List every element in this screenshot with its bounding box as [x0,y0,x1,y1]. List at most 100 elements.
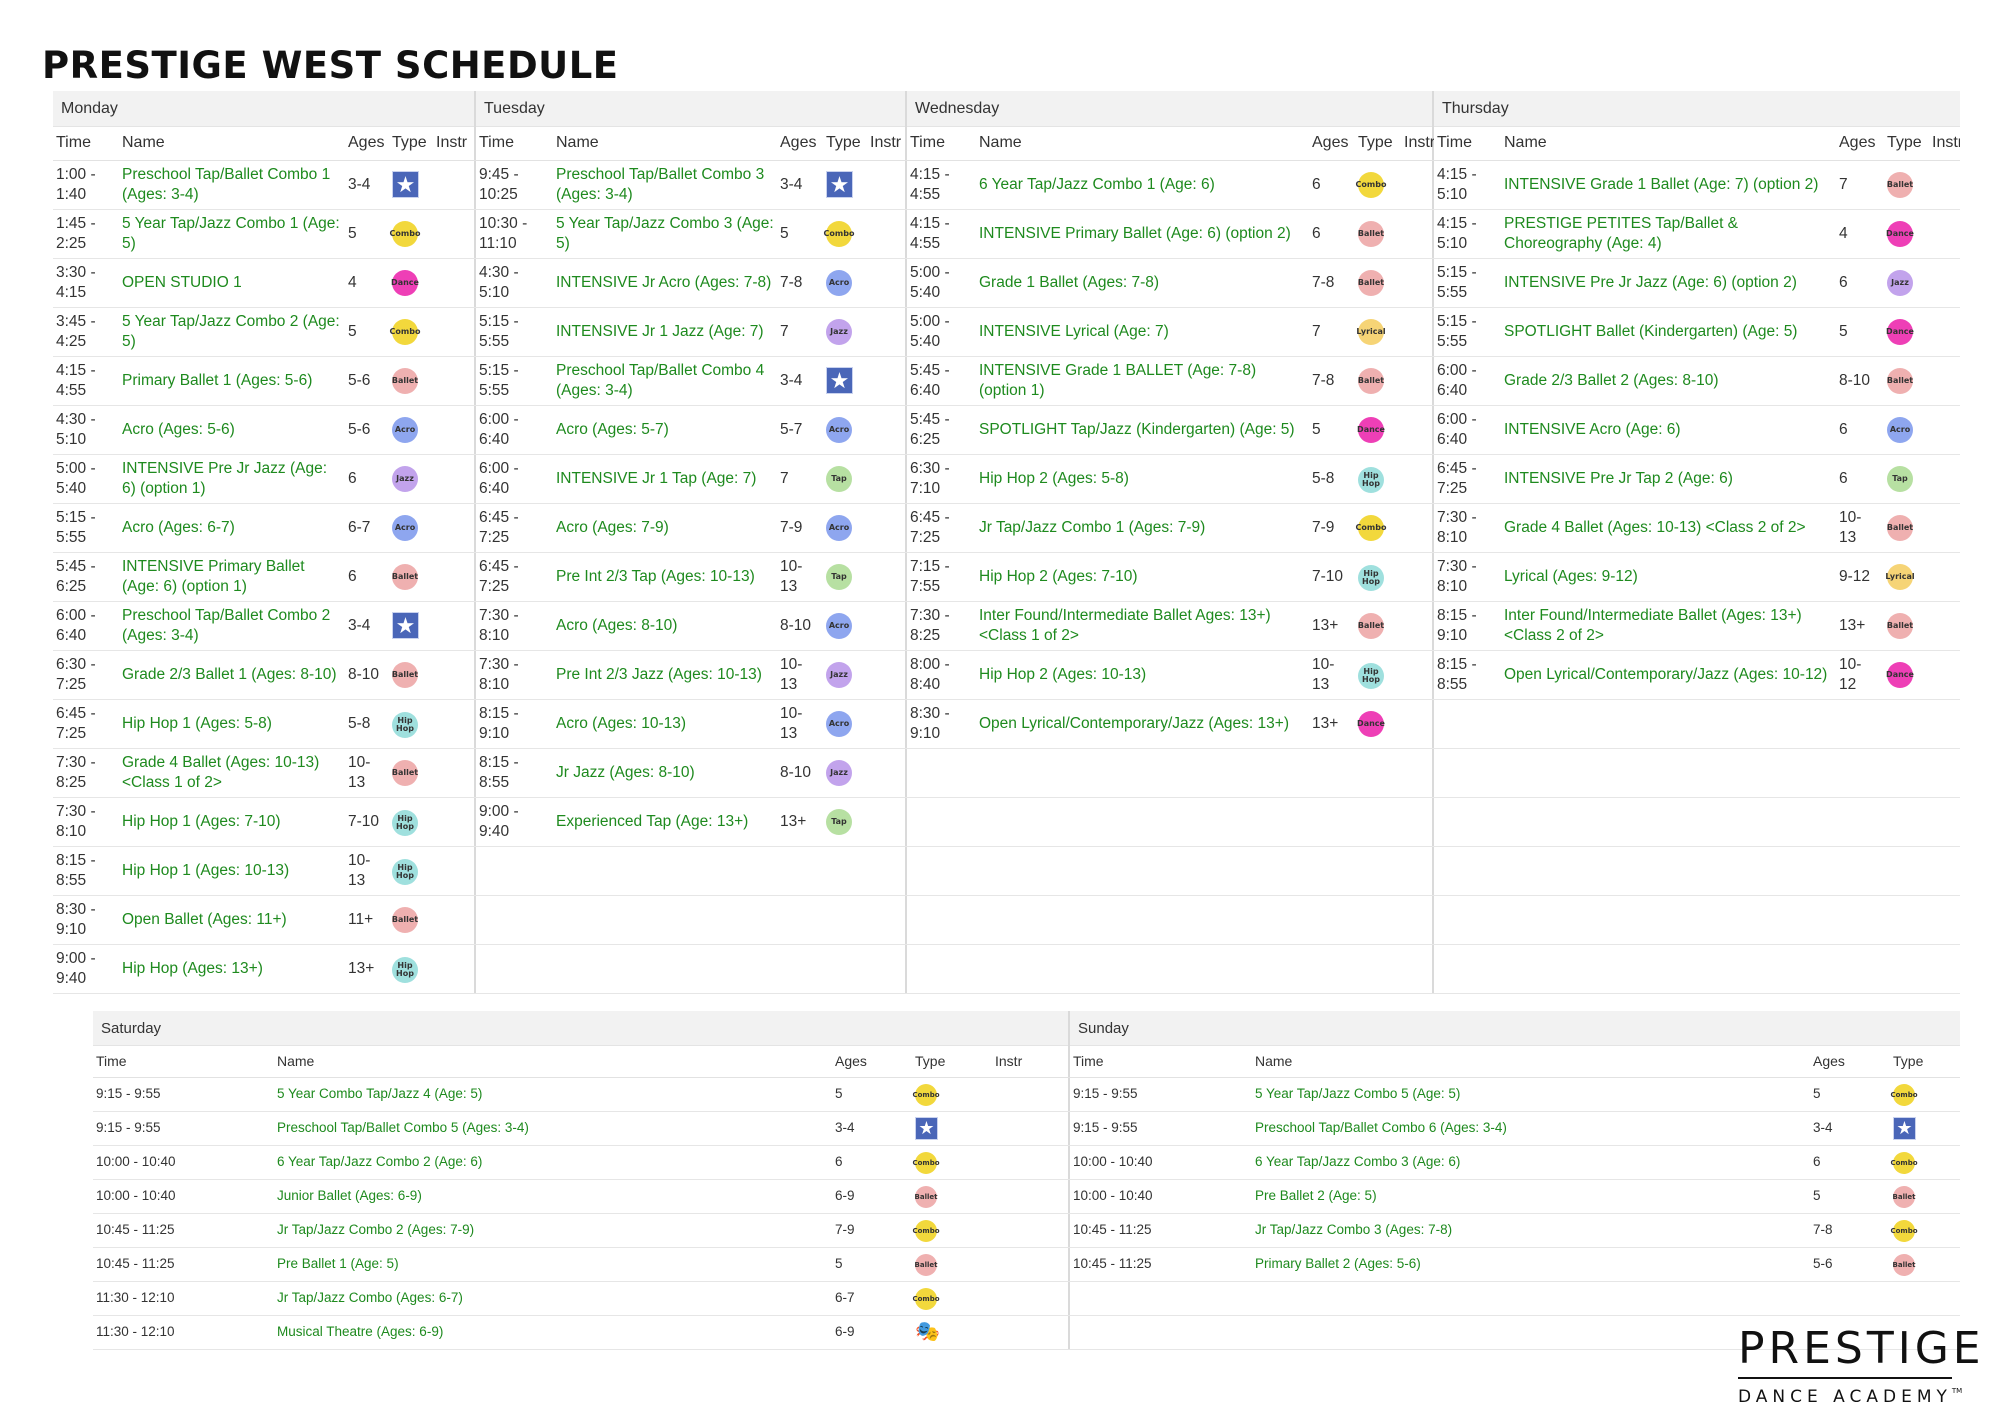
class-name[interactable]: INTENSIVE Lyrical (Age: 7) [976,307,1309,357]
class-name[interactable]: Open Lyrical/Contemporary/Jazz (Ages: 13… [976,699,1309,749]
class-name[interactable]: Preschool Tap/Ballet Combo 2 (Ages: 3-4) [119,601,345,651]
class-name[interactable]: SPOTLIGHT Ballet (Kindergarten) (Age: 5) [1501,307,1836,357]
class-name[interactable]: Junior Ballet (Ages: 6-9) [274,1179,832,1214]
class-name[interactable]: Pre Ballet 2 (Age: 5) [1252,1179,1810,1214]
class-name[interactable]: Preschool Tap/Ballet Combo 6 (Ages: 3-4) [1252,1111,1810,1146]
class-name[interactable]: Grade 2/3 Ballet 1 (Ages: 8-10) [119,650,345,700]
class-name[interactable]: Jr Tap/Jazz Combo (Ages: 6-7) [274,1281,832,1316]
column-header-ages: Ages [777,127,823,161]
class-name[interactable]: Pre Int 2/3 Jazz (Ages: 10-13) [553,650,777,700]
class-name[interactable]: Pre Ballet 1 (Age: 5) [274,1247,832,1282]
class-name[interactable]: Jr Tap/Jazz Combo 2 (Ages: 7-9) [274,1213,832,1248]
class-name[interactable]: Preschool Tap/Ballet Combo 1 (Ages: 3-4) [119,160,345,210]
class-name[interactable]: 5 Year Combo Tap/Jazz 4 (Age: 5) [274,1077,832,1112]
class-name[interactable]: Acro (Ages: 5-6) [119,405,345,455]
ballet-badge: Ballet [1887,514,1913,541]
schedule-table: Time Name Ages Type 9:15 - 9:55 5 Year Tap/Ja… [1070,1046,1960,1350]
class-name[interactable]: Grade 4 Ballet (Ages: 10-13) <Class 2 of… [1501,503,1836,553]
class-name[interactable]: Grade 1 Ballet (Ages: 7-8) [976,258,1309,308]
class-name[interactable]: INTENSIVE Pre Jr Tap 2 (Age: 6) [1501,454,1836,504]
schedule-table: Time Name Ages Type Instr 9:45 - 10:25 Prescho… [476,127,907,994]
class-name[interactable]: Preschool Tap/Ballet Combo 5 (Ages: 3-4) [274,1111,832,1146]
class-name[interactable]: INTENSIVE Grade 1 BALLET (Age: 7-8) (opt… [976,356,1309,406]
class-type: Hip Hop [389,699,433,749]
class-time: 8:30 - 9:10 [53,895,119,945]
combo-badge: Combo [912,1083,940,1106]
class-name[interactable]: INTENSIVE Pre Jr Jazz (Age: 6) (option 2… [1501,258,1836,308]
class-name[interactable]: 5 Year Tap/Jazz Combo 2 (Age: 5) [119,307,345,357]
class-name[interactable]: INTENSIVE Jr Acro (Ages: 7-8) [553,258,777,308]
empty-cell [976,797,1309,847]
class-name[interactable]: Open Ballet (Ages: 11+) [119,895,345,945]
class-name[interactable]: INTENSIVE Jr 1 Jazz (Age: 7) [553,307,777,357]
class-name[interactable]: 6 Year Tap/Jazz Combo 1 (Age: 6) [976,160,1309,210]
class-instructor [1401,650,1434,700]
class-name[interactable]: INTENSIVE Primary Ballet (Age: 6) (optio… [119,552,345,602]
class-name[interactable]: Grade 2/3 Ballet 2 (Ages: 8-10) [1501,356,1836,406]
class-name[interactable]: SPOTLIGHT Tap/Jazz (Kindergarten) (Age: … [976,405,1309,455]
class-name[interactable]: Jr Tap/Jazz Combo 1 (Ages: 7-9) [976,503,1309,553]
class-name[interactable]: Acro (Ages: 8-10) [553,601,777,651]
class-name[interactable]: Acro (Ages: 10-13) [553,699,777,749]
class-name[interactable]: Acro (Ages: 7-9) [553,503,777,553]
class-name[interactable]: Primary Ballet 2 (Ages: 5-6) [1252,1247,1810,1282]
class-type: Combo [912,1213,992,1248]
class-name[interactable]: Hip Hop 1 (Ages: 7-10) [119,797,345,847]
class-name[interactable]: 5 Year Tap/Jazz Combo 3 (Age: 5) [553,209,777,259]
class-instructor [1929,650,1960,700]
class-type: Combo [1355,503,1401,553]
class-name[interactable]: 6 Year Tap/Jazz Combo 2 (Age: 6) [274,1145,832,1180]
class-name[interactable]: INTENSIVE Pre Jr Jazz (Age: 6) (option 1… [119,454,345,504]
class-name[interactable]: Hip Hop 1 (Ages: 10-13) [119,846,345,896]
class-type: Acro [389,503,433,553]
class-name[interactable]: Preschool Tap/Ballet Combo 4 (Ages: 3-4) [553,356,777,406]
class-time: 5:15 - 5:55 [53,503,119,553]
class-name[interactable]: 6 Year Tap/Jazz Combo 3 (Age: 6) [1252,1145,1810,1180]
class-name[interactable]: INTENSIVE Grade 1 Ballet (Age: 7) (optio… [1501,160,1836,210]
class-name[interactable]: Inter Found/Intermediate Ballet (Ages: 1… [1501,601,1836,651]
class-ages: 5 [1836,307,1884,357]
empty-cell [777,846,823,896]
class-name[interactable]: Hip Hop (Ages: 13+) [119,944,345,994]
class-type: Hip Hop [389,944,433,994]
class-name[interactable]: Hip Hop 2 (Ages: 10-13) [976,650,1309,700]
class-name[interactable]: INTENSIVE Primary Ballet (Age: 6) (optio… [976,209,1309,259]
class-name[interactable]: Pre Int 2/3 Tap (Ages: 10-13) [553,552,777,602]
class-name[interactable]: Acro (Ages: 5-7) [553,405,777,455]
header-row: TimeNameAgesTypeInstr [53,127,476,161]
class-instructor [433,454,476,504]
class-name[interactable]: PRESTIGE PETITES Tap/Ballet & Choreograp… [1501,209,1836,259]
tap-badge: Tap [1887,465,1913,492]
class-name[interactable]: INTENSIVE Acro (Age: 6) [1501,405,1836,455]
class-instructor [1929,454,1960,504]
class-name[interactable]: 5 Year Tap/Jazz Combo 5 (Age: 5) [1252,1077,1810,1112]
class-name[interactable]: Jr Tap/Jazz Combo 3 (Ages: 7-8) [1252,1213,1810,1248]
class-row: 8:30 - 9:10 Open Lyrical/Contemporary/Jaz… [907,699,1434,749]
class-name[interactable]: Primary Ballet 1 (Ages: 5-6) [119,356,345,406]
class-name[interactable]: Open Lyrical/Contemporary/Jazz (Ages: 10… [1501,650,1836,700]
class-name[interactable]: Experienced Tap (Age: 13+) [553,797,777,847]
class-name[interactable]: Acro (Ages: 6-7) [119,503,345,553]
class-instructor [992,1145,1070,1180]
class-name[interactable]: Hip Hop 1 (Ages: 5-8) [119,699,345,749]
class-name[interactable]: Lyrical (Ages: 9-12) [1501,552,1836,602]
class-name[interactable]: INTENSIVE Jr 1 Tap (Age: 7) [553,454,777,504]
class-ages: 3-4 [345,160,389,210]
class-name[interactable]: Hip Hop 2 (Ages: 7-10) [976,552,1309,602]
empty-cell [476,895,553,945]
class-name[interactable]: 5 Year Tap/Jazz Combo 1 (Age: 5) [119,209,345,259]
class-ages: 8-10 [1836,356,1884,406]
class-ages: 7-8 [1309,258,1355,308]
class-ages: 3-4 [777,160,823,210]
empty-cell [1434,944,1501,994]
class-name[interactable]: OPEN STUDIO 1 [119,258,345,308]
class-name[interactable]: Musical Theatre (Ages: 6-9) [274,1315,832,1350]
class-name[interactable]: Preschool Tap/Ballet Combo 3 (Ages: 3-4) [553,160,777,210]
class-name[interactable]: Hip Hop 2 (Ages: 5-8) [976,454,1309,504]
class-instructor [867,699,907,749]
class-name[interactable]: Grade 4 Ballet (Ages: 10-13) <Class 1 of… [119,748,345,798]
empty-cell [1929,797,1960,847]
class-name[interactable]: Inter Found/Intermediate Ballet Ages: 13… [976,601,1309,651]
class-name[interactable]: Jr Jazz (Ages: 8-10) [553,748,777,798]
empty-cell [777,944,823,994]
